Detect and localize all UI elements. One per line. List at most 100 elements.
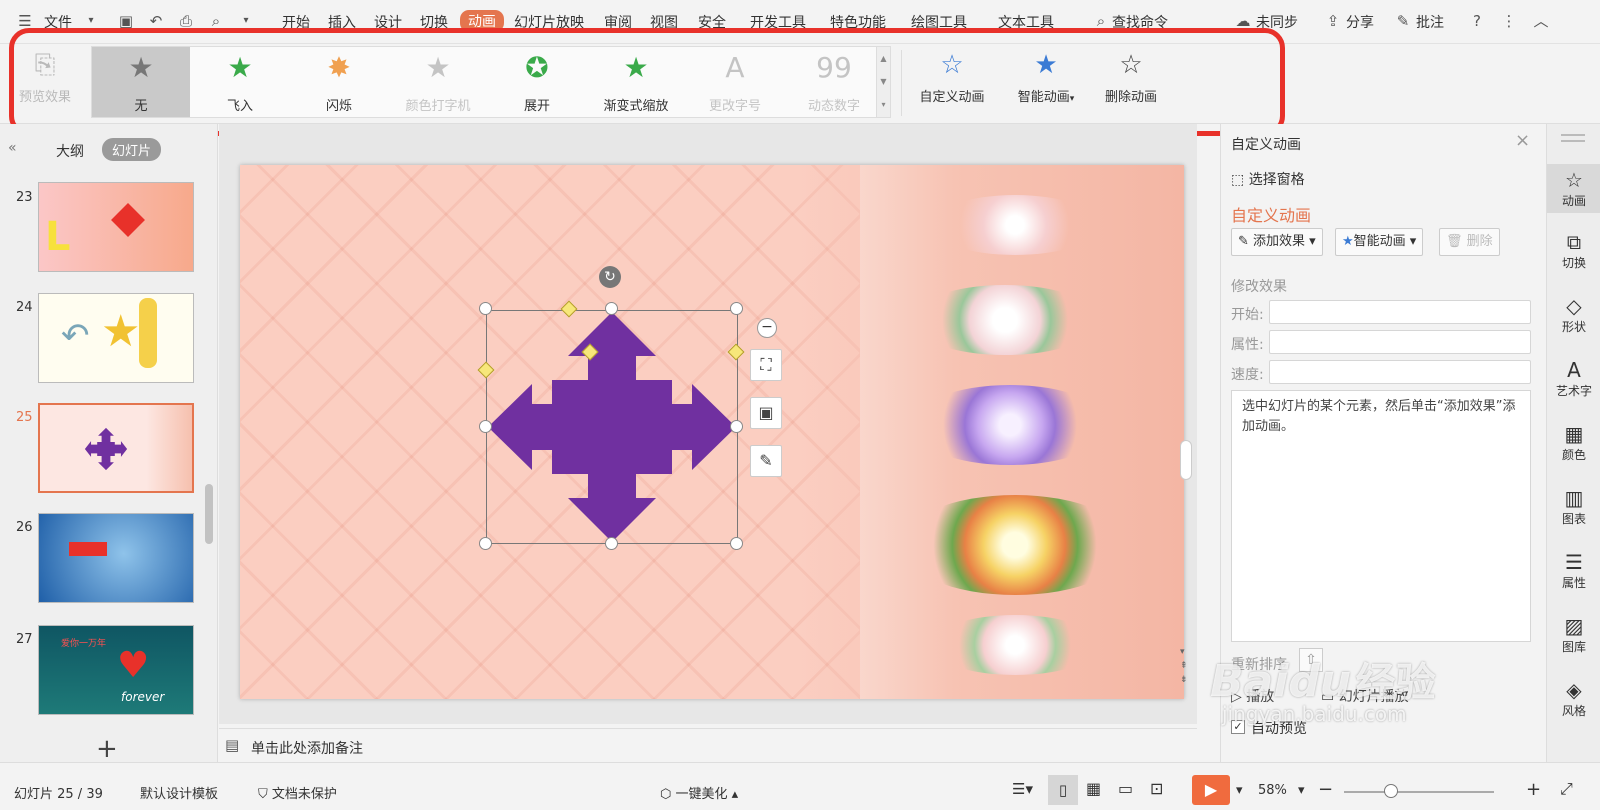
resize-handle[interactable] xyxy=(605,302,618,315)
slide-thumb-25[interactable] xyxy=(38,403,194,493)
smart-animation-dropdown[interactable]: ★智能动画 ▾ xyxy=(1335,228,1424,256)
slide-number: 25 xyxy=(16,410,33,425)
slide-sorter-icon[interactable]: ▦ xyxy=(1086,779,1101,798)
add-slide-button[interactable]: + xyxy=(96,734,118,764)
select-pane-link[interactable]: ⬚ 选择窗格 xyxy=(1231,169,1305,189)
flower-cluster xyxy=(930,195,1100,255)
highlight-frame xyxy=(9,28,1285,136)
thumb-scrollbar[interactable] xyxy=(205,484,213,544)
protect-status[interactable]: ⛉ 文档未保护 xyxy=(258,783,337,802)
tab-outline[interactable]: 大纲 xyxy=(56,141,84,161)
purple-arrow-shape xyxy=(84,427,128,471)
speed-label: 速度: xyxy=(1231,367,1264,383)
add-effect-button[interactable]: ✎ 添加效果 ▾ xyxy=(1231,228,1323,256)
tab-slides[interactable]: 幻灯片 xyxy=(102,138,162,161)
resize-handle[interactable] xyxy=(479,420,492,433)
pen-icon: ✎ xyxy=(1238,234,1254,249)
presenter-view-icon[interactable]: ⊡ xyxy=(1150,779,1163,798)
sidebar-color[interactable]: ▦ 颜色 xyxy=(1547,422,1600,463)
resize-handle[interactable] xyxy=(605,537,618,550)
thumb-title: 爱你一万年 xyxy=(61,639,107,649)
slide-number: 27 xyxy=(16,632,33,647)
auto-preview-checkbox[interactable]: ✓ xyxy=(1231,720,1245,734)
slide-thumb-23[interactable]: L xyxy=(38,182,194,272)
delete-button[interactable]: 🗑 删除 xyxy=(1439,228,1500,256)
resize-handle[interactable] xyxy=(730,420,743,433)
more-icon[interactable]: ⋮ xyxy=(1498,10,1520,32)
align-menu-icon[interactable]: ☰▾ xyxy=(1012,780,1033,798)
move-up-icon[interactable]: ⇧ xyxy=(1299,648,1323,672)
fit-window-icon[interactable]: ⤢ xyxy=(1560,779,1573,799)
notes-bar[interactable]: ▤ 单击此处添加备注 xyxy=(219,728,1197,762)
zoom-slider-thumb[interactable] xyxy=(1384,784,1398,798)
purple-four-way-arrow-shape[interactable] xyxy=(486,310,738,544)
sidebar-gallery[interactable]: ▨ 图库 xyxy=(1547,614,1600,655)
sidebar-animation[interactable]: ☆ 动画 xyxy=(1547,164,1600,213)
collapse-ribbon-icon[interactable]: ︿ xyxy=(1530,10,1552,32)
animation-list-box[interactable]: 选中幻灯片的某个元素，然后单击“添加效果”添加动画。 xyxy=(1231,390,1531,642)
shape-icon: ◇ xyxy=(1566,294,1582,318)
help-icon[interactable]: ? xyxy=(1466,10,1488,32)
canvas-scrollbar[interactable] xyxy=(1180,440,1192,480)
yellow-letter-shape: L xyxy=(45,214,71,260)
rotate-handle-icon[interactable]: ↻ xyxy=(599,266,621,288)
sidebar-menu-icon[interactable] xyxy=(1561,134,1585,142)
custom-animation-pane: 自定义动画 × ⬚ 选择窗格 自定义动画 ✎ 添加效果 ▾ ★智能动画 ▾ 🗑 … xyxy=(1220,124,1546,762)
design-template[interactable]: 默认设计模板 xyxy=(140,783,218,802)
fill-bucket-icon[interactable]: ⛶ xyxy=(750,349,782,381)
speed-select[interactable] xyxy=(1269,360,1531,384)
zoom-slider-track[interactable] xyxy=(1344,791,1494,793)
heart-shape: ♥ xyxy=(117,645,150,686)
resize-handle[interactable] xyxy=(479,537,492,550)
red-banner-shape xyxy=(69,542,107,556)
play-options-chevron[interactable]: ▾ xyxy=(1236,783,1243,798)
slide-thumb-27[interactable]: 爱你一万年 ♥ forever xyxy=(38,625,194,715)
slide-thumb-26[interactable] xyxy=(38,513,194,603)
purple-flower-cluster xyxy=(910,385,1110,465)
star-icon: ★ xyxy=(1342,234,1354,249)
sidebar-property[interactable]: ☰ 属性 xyxy=(1547,550,1600,591)
collapse-toolbar-icon[interactable]: − xyxy=(757,318,777,338)
zoom-out-icon[interactable]: − xyxy=(1318,779,1333,800)
zoom-dropdown-chevron[interactable]: ▾ xyxy=(1298,783,1305,798)
sidebar-shape[interactable]: ◇ 形状 xyxy=(1547,294,1600,335)
zoom-in-icon[interactable]: + xyxy=(1526,779,1541,800)
zoom-level[interactable]: 58% xyxy=(1258,783,1287,798)
curved-arrow-shape: ↶ xyxy=(61,316,90,356)
comment-icon[interactable]: ✎ xyxy=(1392,10,1414,32)
resize-handle[interactable] xyxy=(730,302,743,315)
pane-title: 自定义动画 xyxy=(1231,137,1301,153)
close-icon[interactable]: × xyxy=(1515,130,1530,151)
slide-thumb-24[interactable]: ↶ ★ xyxy=(38,293,194,383)
page-nav-icon[interactable]: ▾ ⇞ ⇟ xyxy=(1180,645,1188,687)
share-icon[interactable]: ⇪ xyxy=(1322,10,1344,32)
property-select[interactable] xyxy=(1269,330,1531,354)
reading-view-icon[interactable]: ▭ xyxy=(1118,779,1133,798)
flower-cluster xyxy=(930,615,1100,675)
slideshow-button[interactable]: ▭ 幻灯片播放 xyxy=(1321,686,1409,706)
thumb-forever: forever xyxy=(121,690,165,704)
comment-button[interactable]: 批注 xyxy=(1416,12,1444,32)
slide-number: 24 xyxy=(16,300,33,315)
normal-view-icon[interactable]: ▯ xyxy=(1048,775,1078,805)
reorder-label: 重新排序 xyxy=(1231,657,1287,673)
sidebar-art-text[interactable]: A 艺术字 xyxy=(1547,358,1600,399)
resize-handle[interactable] xyxy=(730,537,743,550)
beautify-button[interactable]: ⬡ 一键美化 ▴ xyxy=(660,783,738,802)
start-select[interactable] xyxy=(1269,300,1531,324)
gallery-icon: ▨ xyxy=(1564,614,1584,638)
play-button[interactable]: ▷ 播放 xyxy=(1231,686,1274,706)
play-slideshow-icon[interactable]: ▶ xyxy=(1192,775,1230,805)
share-button[interactable]: 分享 xyxy=(1346,12,1374,32)
format-painter-icon[interactable]: ✎ xyxy=(750,445,782,477)
sidebar-chart[interactable]: ▥ 图表 xyxy=(1547,486,1600,527)
select-pane-icon: ⬚ xyxy=(1231,172,1249,188)
flower-cluster xyxy=(910,285,1100,355)
sidebar-switch[interactable]: ⧉ 切换 xyxy=(1547,230,1600,271)
cube-icon: ⬡ xyxy=(660,787,676,802)
collapse-pane-icon[interactable]: « xyxy=(8,140,17,156)
sidebar-style[interactable]: ◈ 风格 xyxy=(1547,678,1600,719)
outline-style-icon[interactable]: ▣ xyxy=(750,397,782,429)
resize-handle[interactable] xyxy=(479,302,492,315)
section-title: 自定义动画 xyxy=(1231,206,1312,225)
